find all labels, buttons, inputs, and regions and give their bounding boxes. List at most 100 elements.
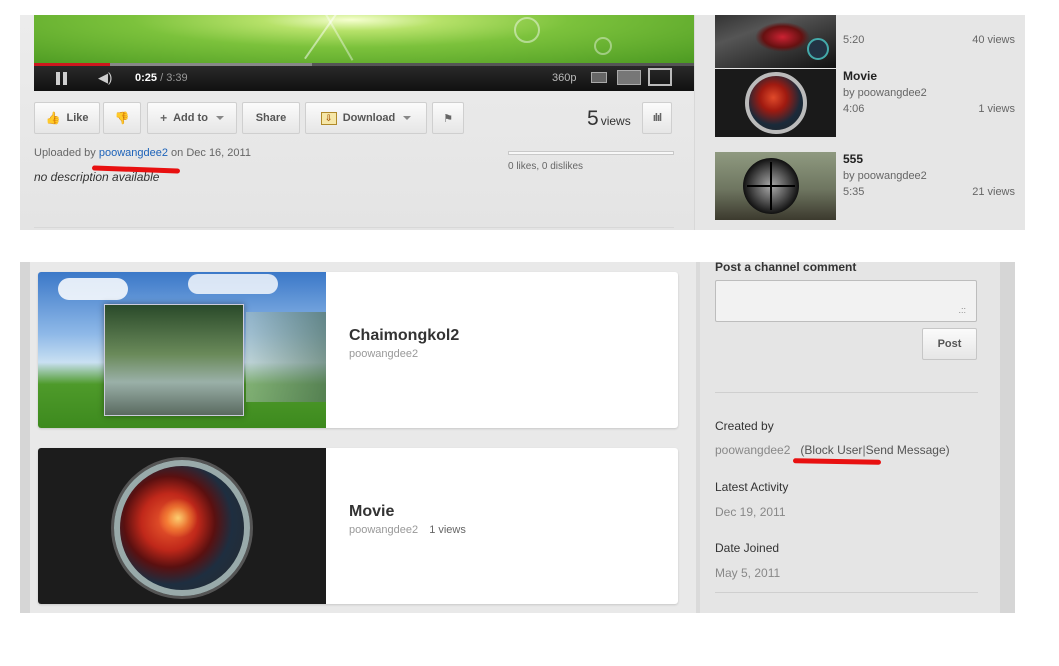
like-button[interactable]: 👍 Like [34,102,100,134]
channel-video-meta: poowangdee2 [349,348,418,360]
related-video-duration: 5:20 [843,34,865,46]
uploaded-by-prefix: Uploaded by [34,147,96,159]
bar-chart-icon: ılıl [652,112,662,124]
date-joined-value: May 5, 2011 [715,566,781,580]
add-to-button[interactable]: + Add to [147,102,237,134]
quality-selector[interactable]: 360p [552,72,576,84]
video-light-ray [316,15,354,61]
channel-sidebar: Post a channel comment .:: Post Created … [696,262,1000,613]
pause-icon[interactable] [56,72,68,85]
share-label: Share [255,112,287,124]
channel-video-card[interactable]: Chaimongkol2 poowangdee2 [38,272,678,428]
fullscreen-icon[interactable] [648,68,672,86]
download-button[interactable]: ⇩ Download [305,102,427,134]
related-video-duration: 4:06 [843,103,865,115]
volume-icon[interactable]: ◀) [98,71,120,85]
photo-frame-image [246,312,326,402]
small-player-icon[interactable] [591,72,607,83]
related-video-views: 40 views [972,34,1015,46]
section-divider [34,227,674,228]
channel-video-thumbnail[interactable] [38,272,326,428]
sparkle-image [158,498,198,538]
cloud-image [188,274,278,294]
player-control-bar: ◀) 0:25 / 3:39 360p [34,63,694,91]
channel-video-views: 1 views [429,524,466,536]
created-by-row: poowangdee2 (Block User|Send Message) [715,443,950,457]
add-to-label: Add to [173,112,208,124]
likes-summary: 0 likes, 0 dislikes [508,161,584,172]
car-image [755,22,810,52]
block-user-link[interactable]: (Block User [800,443,862,457]
sidebar-divider [715,392,978,393]
related-video-thumbnail[interactable] [715,152,836,220]
upload-date: on Dec 16, 2011 [171,147,251,159]
plus-icon: + [160,111,168,125]
channel-video-user[interactable]: poowangdee2 [349,524,418,536]
video-main-column: ◀) 0:25 / 3:39 360p 👍 Like 👎 + Add to Sh… [20,15,694,230]
total-time: / 3:39 [160,72,188,84]
related-video-duration: 5:35 [843,186,865,198]
channel-video-title[interactable]: Chaimongkol2 [349,327,459,345]
flag-button[interactable]: ⚑ [432,102,464,134]
uploader-info: Uploaded by poowangdee2 on Dec 16, 2011 [34,147,251,159]
download-icon: ⇩ [320,111,337,125]
video-swirl-decoration [514,17,540,43]
photo-frame-image [104,304,244,416]
channel-video-list: Chaimongkol2 poowangdee2 Movie poowangde… [30,262,696,613]
uploader-link[interactable]: poowangdee2 [99,147,168,159]
related-video-item[interactable]: 555 by poowangdee2 5:35 21 views [715,152,1015,220]
download-label: Download [342,112,396,124]
progress-played [34,63,110,66]
thumbs-up-icon: 👍 [45,111,61,125]
related-video-thumbnail[interactable] [715,15,836,68]
channel-video-title[interactable]: Movie [349,503,394,521]
post-comment-heading: Post a channel comment [715,262,857,274]
flag-icon: ⚑ [443,112,453,125]
watch-page-section: ◀) 0:25 / 3:39 360p 👍 Like 👎 + Add to Sh… [20,15,1025,230]
related-video-views: 21 views [972,186,1015,198]
created-by-label: Created by [715,419,774,433]
cloud-image [58,278,128,300]
date-joined-label: Date Joined [715,541,780,555]
chevron-down-icon [215,116,224,120]
resize-grip-icon[interactable]: .:: [958,305,966,315]
view-count-label: views [600,114,631,128]
channel-page-section: Chaimongkol2 poowangdee2 Movie poowangde… [20,262,1015,613]
related-video-views: 1 views [978,103,1015,115]
large-player-icon[interactable] [617,70,641,85]
related-video-title[interactable]: 555 [843,152,863,166]
current-time: 0:25 [135,72,158,84]
related-video-author: by poowangdee2 [843,170,927,182]
channel-video-user[interactable]: poowangdee2 [349,348,418,360]
view-count-number: 5 [587,107,599,130]
red-annotation-underline [792,458,882,465]
latest-activity-label: Latest Activity [715,480,789,494]
like-label: Like [66,112,89,124]
latest-activity-value: Dec 19, 2011 [715,505,786,519]
gauge-image [807,38,829,60]
stats-button[interactable]: ılıl [642,102,672,134]
creator-name[interactable]: poowangdee2 [715,443,790,457]
share-button[interactable]: Share [242,102,300,134]
chevron-down-icon [403,116,412,120]
dislike-button[interactable]: 👎 [103,102,141,134]
yin-yang-image [745,72,807,134]
related-video-item[interactable]: Movie by poowangdee2 4:06 1 views [715,69,1015,137]
action-bar: 👍 Like 👎 + Add to Share ⇩ Download ⚑ 5 v… [34,102,694,134]
video-swirl-decoration [594,37,612,55]
channel-video-thumbnail[interactable] [38,448,326,604]
post-comment-button[interactable]: Post [922,328,977,360]
channel-comment-input[interactable]: .:: [715,280,977,322]
channel-video-card[interactable]: Movie poowangdee2 1 views [38,448,678,604]
related-video-thumbnail[interactable] [715,69,836,137]
related-video-item[interactable]: 5:20 40 views [715,15,1015,68]
video-player-frame[interactable] [34,15,694,63]
crosshair-image [747,185,795,187]
sidebar-divider [715,592,978,593]
channel-video-meta: poowangdee2 1 views [349,524,466,536]
send-message-link[interactable]: Send Message) [866,443,950,457]
view-count: 5 views [587,107,631,131]
related-video-author: by poowangdee2 [843,87,927,99]
thumbs-down-icon: 👎 [114,111,130,125]
related-video-title[interactable]: Movie [843,69,877,83]
